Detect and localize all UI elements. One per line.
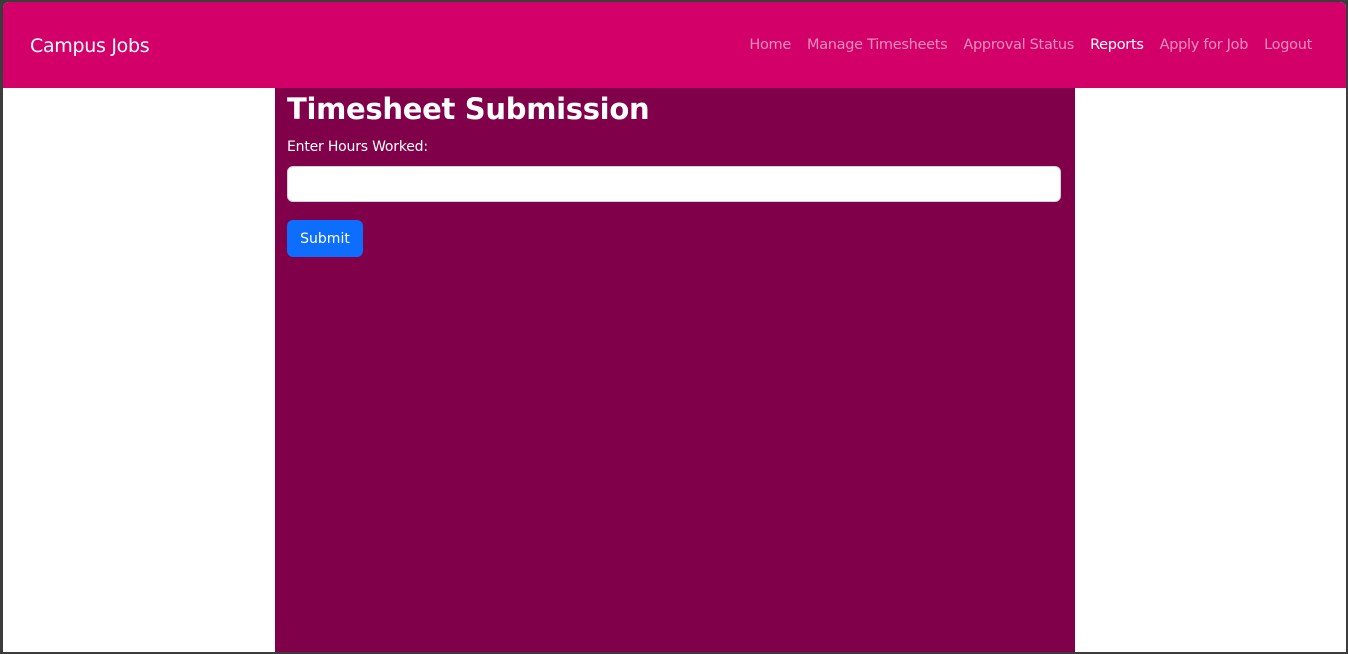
nav-link-manage-timesheets[interactable]: Manage Timesheets [807,37,948,53]
nav-links: Home Manage Timesheets Approval Status R… [749,37,1312,53]
timesheet-panel: Timesheet Submission Enter Hours Worked:… [275,88,1075,652]
hours-input[interactable] [287,166,1061,202]
nav-link-apply-for-job[interactable]: Apply for Job [1160,37,1249,53]
page-title: Timesheet Submission [287,92,650,126]
nav-link-home[interactable]: Home [749,37,791,53]
browser-window: Campus Jobs Home Manage Timesheets Appro… [3,2,1346,652]
navbar: Campus Jobs Home Manage Timesheets Appro… [3,2,1346,88]
nav-link-reports[interactable]: Reports [1090,37,1144,53]
nav-link-approval-status[interactable]: Approval Status [963,37,1074,53]
brand-logo[interactable]: Campus Jobs [30,35,150,57]
nav-link-logout[interactable]: Logout [1264,37,1312,53]
submit-button[interactable]: Submit [287,220,363,257]
hours-label: Enter Hours Worked: [287,139,428,155]
